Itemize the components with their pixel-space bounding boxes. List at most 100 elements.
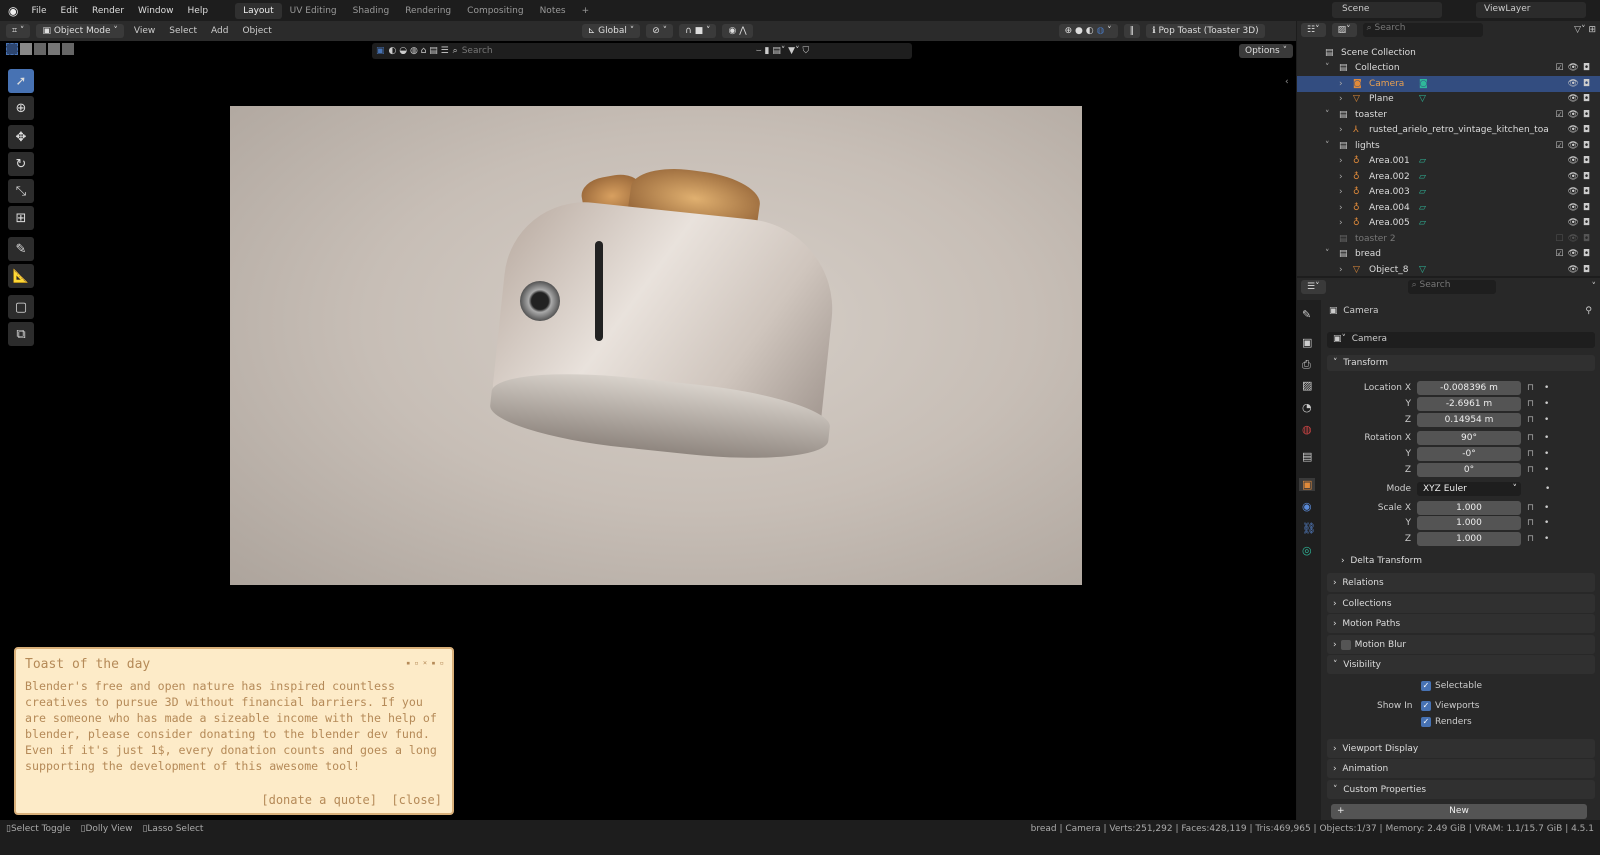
- menu-add[interactable]: Add: [211, 26, 228, 36]
- outliner-row[interactable]: › ♁ Area.003 ▱ 👁◘: [1297, 185, 1600, 201]
- expand-arrow-icon[interactable]: ›: [1339, 125, 1343, 135]
- editor-type-button[interactable]: ⌗ ˅: [6, 24, 31, 38]
- object-data-icon[interactable]: ▽: [1419, 265, 1426, 275]
- object-name-field[interactable]: ▣˅ Camera: [1327, 332, 1595, 348]
- visibility-toggles[interactable]: 👁◘: [1567, 203, 1594, 213]
- animation-panel-header[interactable]: › Animation: [1327, 759, 1595, 778]
- viewport-display-panel-header[interactable]: › Viewport Display: [1327, 739, 1595, 758]
- visibility-toggles[interactable]: 👁◘: [1567, 94, 1594, 104]
- expand-arrow-icon[interactable]: ˅: [1325, 110, 1330, 120]
- view-layer-filter-dropdown[interactable]: ▨˅: [1331, 23, 1357, 37]
- menu-view[interactable]: View: [134, 26, 155, 36]
- keyframe-dot[interactable]: •: [1544, 518, 1549, 528]
- rotation-mode-dropdown[interactable]: XYZ Euler ˅: [1417, 481, 1521, 496]
- proportional-edit-toggle[interactable]: ◉ ⋀: [722, 24, 753, 38]
- rotation-x-field[interactable]: 90°: [1417, 430, 1521, 445]
- render-tab-icon[interactable]: ▣: [1302, 336, 1312, 349]
- shading-filter-icons[interactable]: ◐ ◒ ◍ ⌂ ▤ ☰: [389, 46, 449, 56]
- keyframe-dot[interactable]: •: [1544, 433, 1549, 443]
- menu-edit[interactable]: Edit: [61, 6, 78, 16]
- world-tab-icon[interactable]: ◍: [1302, 423, 1312, 436]
- outliner-row[interactable]: › ♁ Area.005 ▱ 👁◘: [1297, 216, 1600, 232]
- snap-toggle[interactable]: ∩ ■ ˅: [679, 24, 717, 38]
- object-data-icon[interactable]: ▱: [1419, 187, 1426, 197]
- rotation-z-field[interactable]: 0°: [1417, 462, 1521, 477]
- scale-tool-icon[interactable]: ⤡: [8, 179, 34, 203]
- scene-tab-icon[interactable]: ◔: [1302, 401, 1312, 414]
- outliner-row[interactable]: ˅ ▤ lights ☑👁◘: [1297, 138, 1600, 154]
- renders-checkbox[interactable]: ✓ Renders: [1421, 717, 1472, 727]
- visibility-toggles[interactable]: 👁◘: [1567, 125, 1594, 135]
- select-invert-icon[interactable]: [48, 43, 60, 55]
- display-mode-dropdown[interactable]: ☷˅: [1301, 23, 1326, 37]
- scale-y-field[interactable]: 1.000: [1417, 515, 1521, 530]
- output-tab-icon[interactable]: ⎙: [1302, 358, 1311, 372]
- visibility-toggles[interactable]: 👁◘: [1567, 265, 1594, 275]
- location-z-field[interactable]: 0.14954 m: [1417, 412, 1521, 427]
- transform-tool-icon[interactable]: ⊞: [8, 206, 34, 230]
- rotation-y-field[interactable]: -0°: [1417, 446, 1521, 461]
- keyframe-dot[interactable]: •: [1545, 484, 1550, 494]
- menu-file[interactable]: File: [31, 6, 46, 16]
- lock-icon[interactable]: ⊓: [1527, 534, 1534, 544]
- outliner-row[interactable]: › ⅄ rusted_arielo_retro_vintage_kitchen_to…: [1297, 123, 1600, 139]
- pin-icon[interactable]: ⚲: [1585, 306, 1592, 316]
- outliner-row[interactable]: ▤ toaster 2 ☐👁◘: [1297, 231, 1600, 247]
- filter-icon[interactable]: ▣: [376, 46, 385, 56]
- outliner-row[interactable]: ▤ Scene Collection: [1297, 45, 1600, 61]
- lock-icon[interactable]: ⊓: [1527, 465, 1534, 475]
- keyframe-dot[interactable]: •: [1544, 465, 1549, 475]
- lock-icon[interactable]: ⊓: [1527, 415, 1534, 425]
- add-cube-tool-icon[interactable]: ▢: [8, 295, 34, 319]
- scene-info-label[interactable]: ℹ Pop Toast (Toaster 3D): [1146, 24, 1265, 38]
- outliner-filter-icon[interactable]: ▽˅ ⊞: [1574, 25, 1596, 35]
- outliner-row[interactable]: › ▽ Plane ▽ 👁◘: [1297, 92, 1600, 108]
- tab-shading[interactable]: Shading: [345, 3, 398, 19]
- tab-rendering[interactable]: Rendering: [397, 3, 459, 19]
- expand-arrow-icon[interactable]: ˅: [1325, 141, 1330, 151]
- visibility-toggles[interactable]: 👁◘: [1567, 218, 1594, 228]
- pivot-dropdown[interactable]: ⊘ ˅: [646, 24, 674, 38]
- select-tool-icon[interactable]: ➚: [8, 69, 34, 93]
- lock-icon[interactable]: ⊓: [1527, 449, 1534, 459]
- visibility-toggles[interactable]: 👁◘: [1567, 187, 1594, 197]
- expand-arrow-icon[interactable]: ›: [1339, 94, 1343, 104]
- expand-arrow-icon[interactable]: ›: [1339, 265, 1343, 275]
- keyframe-dot[interactable]: •: [1544, 503, 1549, 513]
- keyframe-dot[interactable]: •: [1544, 415, 1549, 425]
- select-new-icon[interactable]: [6, 43, 18, 55]
- donate-quote-link[interactable]: [donate a quote]: [261, 793, 377, 807]
- visibility-toggles[interactable]: ☑👁◘: [1555, 141, 1594, 151]
- keyframe-dot[interactable]: •: [1544, 399, 1549, 409]
- expand-arrow-icon[interactable]: ›: [1339, 203, 1343, 213]
- object-data-icon[interactable]: ▽: [1419, 94, 1426, 104]
- view-layer-tab-icon[interactable]: ▨: [1302, 379, 1312, 392]
- select-extend-icon[interactable]: [20, 43, 32, 55]
- scene-selector[interactable]: Scene: [1332, 2, 1442, 18]
- outliner-search-input[interactable]: ⌕ Search: [1362, 23, 1483, 37]
- visibility-toggles[interactable]: 👁◘: [1567, 79, 1594, 89]
- collection-tab-icon[interactable]: ▤: [1302, 450, 1312, 463]
- outliner-row[interactable]: › ♁ Area.002 ▱ 👁◘: [1297, 169, 1600, 185]
- viewports-checkbox[interactable]: ✓ Viewports: [1421, 701, 1480, 711]
- expand-arrow-icon[interactable]: ›: [1339, 156, 1343, 166]
- options-chevron[interactable]: ˅: [1592, 282, 1597, 292]
- annotate-tool-icon[interactable]: ✎: [8, 237, 34, 261]
- lock-icon[interactable]: ⊓: [1527, 518, 1534, 528]
- motion-blur-panel-header[interactable]: › Motion Blur: [1327, 635, 1595, 654]
- visibility-toggles[interactable]: ☐👁◘: [1555, 234, 1594, 244]
- data-tab-icon[interactable]: ◎: [1302, 544, 1312, 557]
- visibility-toggles[interactable]: ☑👁◘: [1555, 110, 1594, 120]
- add-object-tool-icon[interactable]: ⧉: [8, 322, 34, 346]
- motion-blur-checkbox[interactable]: [1340, 639, 1351, 650]
- outliner-row[interactable]: ˅ ▤ Collection ☑👁◘: [1297, 61, 1600, 77]
- select-intersect-icon[interactable]: [62, 43, 74, 55]
- location-y-field[interactable]: -2.6961 m: [1417, 396, 1521, 411]
- expand-arrow-icon[interactable]: ›: [1339, 172, 1343, 182]
- shading-modes[interactable]: ⊕ ● ◐ ◍ ˅: [1058, 24, 1118, 38]
- object-data-icon[interactable]: ▱: [1419, 203, 1426, 213]
- tab-compositing[interactable]: Compositing: [459, 3, 531, 19]
- blender-logo-icon[interactable]: ◉: [8, 4, 18, 18]
- outliner-row[interactable]: › ♁ Area.001 ▱ 👁◘: [1297, 154, 1600, 170]
- expand-arrow-icon[interactable]: ˅: [1325, 249, 1330, 259]
